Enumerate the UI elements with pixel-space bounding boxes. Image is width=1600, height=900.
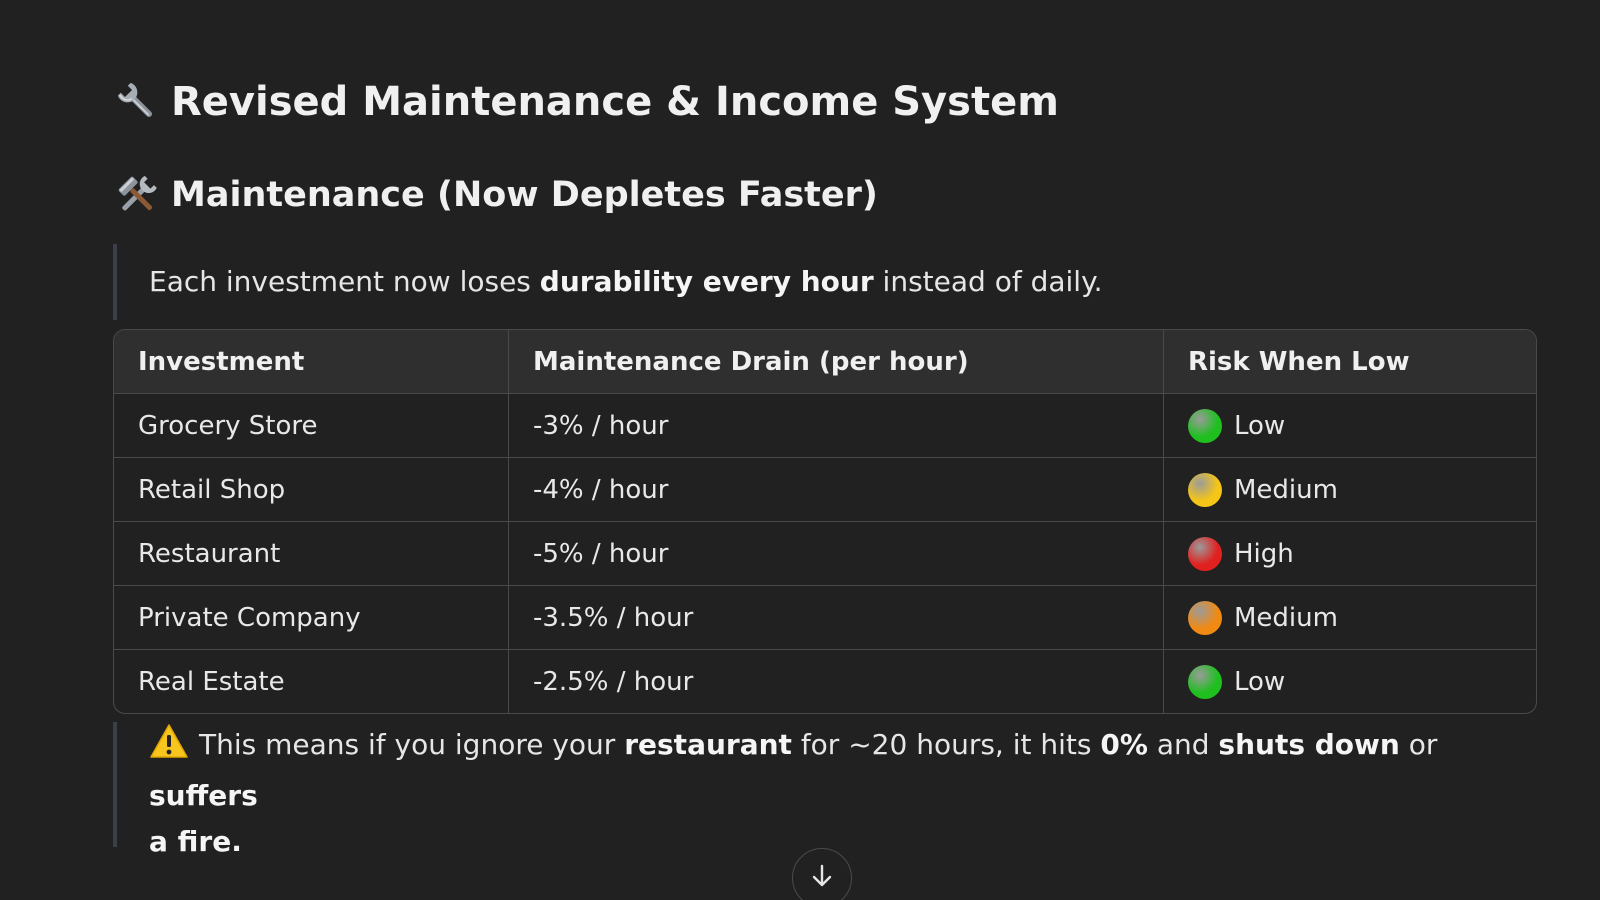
drain-cell: -4% / hour [508, 457, 1164, 522]
risk-cell: Low [1163, 649, 1536, 713]
yellow-circle-icon [1188, 472, 1222, 507]
warning-icon [149, 723, 189, 773]
warning-bold: restaurant [624, 728, 792, 761]
risk-cell: Medium [1163, 457, 1536, 522]
scroll-down-button[interactable] [792, 848, 852, 900]
warning-text: for ~20 hours, it hits [791, 728, 1101, 761]
table-row: Grocery Store -3% / hour Low [114, 393, 1536, 458]
table-row: Private Company -3.5% / hour Medium [114, 585, 1536, 650]
orange-circle-icon [1188, 600, 1222, 635]
intro-text-post: instead of daily. [873, 265, 1103, 298]
warning-text: or [1399, 728, 1438, 761]
green-circle-icon [1188, 408, 1222, 443]
section-heading-text: Maintenance (Now Depletes Faster) [171, 175, 878, 215]
table-row: Real Estate -2.5% / hour Low [114, 649, 1536, 713]
drain-cell: -3.5% / hour [508, 585, 1164, 650]
intro-blockquote: Each investment now loses durability eve… [113, 244, 1529, 320]
warning-text: This means if you ignore your [199, 728, 625, 761]
column-header-risk: Risk When Low [1163, 330, 1536, 394]
intro-text-bold: durability every hour [539, 265, 874, 298]
risk-cell: Medium [1163, 585, 1536, 650]
table-row: Restaurant -5% / hour High [114, 521, 1536, 586]
page-title: Revised Maintenance & Income System [113, 78, 1059, 126]
warning-bold: suffers [149, 779, 258, 812]
risk-label: Medium [1234, 474, 1338, 505]
investment-cell: Private Company [114, 585, 509, 650]
warning-bold: 0% [1100, 728, 1148, 761]
drain-cell: -3% / hour [508, 393, 1164, 458]
warning-bold: a fire. [149, 825, 242, 858]
risk-label: Low [1234, 666, 1286, 697]
table-header-row: Investment Maintenance Drain (per hour) … [114, 330, 1536, 394]
risk-cell: Low [1163, 393, 1536, 458]
green-circle-icon [1188, 664, 1222, 699]
investment-cell: Grocery Store [114, 393, 509, 458]
warning-blockquote: This means if you ignore your restaurant… [113, 722, 1529, 858]
risk-label: Low [1234, 410, 1286, 441]
hammer-and-wrench-icon [113, 171, 161, 219]
risk-label: High [1234, 538, 1294, 569]
warning-line-1: This means if you ignore your restaurant… [149, 722, 1529, 819]
section-heading: Maintenance (Now Depletes Faster) [113, 171, 878, 219]
table-row: Retail Shop -4% / hour Medium [114, 457, 1536, 522]
column-header-drain: Maintenance Drain (per hour) [508, 330, 1164, 394]
intro-text: Each investment now loses durability eve… [149, 259, 1103, 305]
risk-cell: High [1163, 521, 1536, 586]
investment-cell: Real Estate [138, 666, 285, 697]
investment-cell: Retail Shop [114, 457, 509, 522]
drain-cell: -5% / hour [508, 521, 1164, 586]
column-header-investment: Investment [114, 330, 509, 394]
page-title-text: Revised Maintenance & Income System [171, 79, 1059, 125]
warning-bold: shuts down [1218, 728, 1400, 761]
red-circle-icon [1188, 536, 1222, 571]
investment-cell: Restaurant [114, 521, 509, 586]
arrow-down-icon [808, 862, 836, 894]
risk-label: Medium [1234, 602, 1338, 633]
warning-text: and [1147, 728, 1219, 761]
drain-cell: -2.5% / hour [508, 649, 1164, 713]
intro-text-pre: Each investment now loses [149, 265, 540, 298]
wrench-icon [113, 78, 161, 126]
maintenance-table: Investment Maintenance Drain (per hour) … [113, 329, 1537, 714]
